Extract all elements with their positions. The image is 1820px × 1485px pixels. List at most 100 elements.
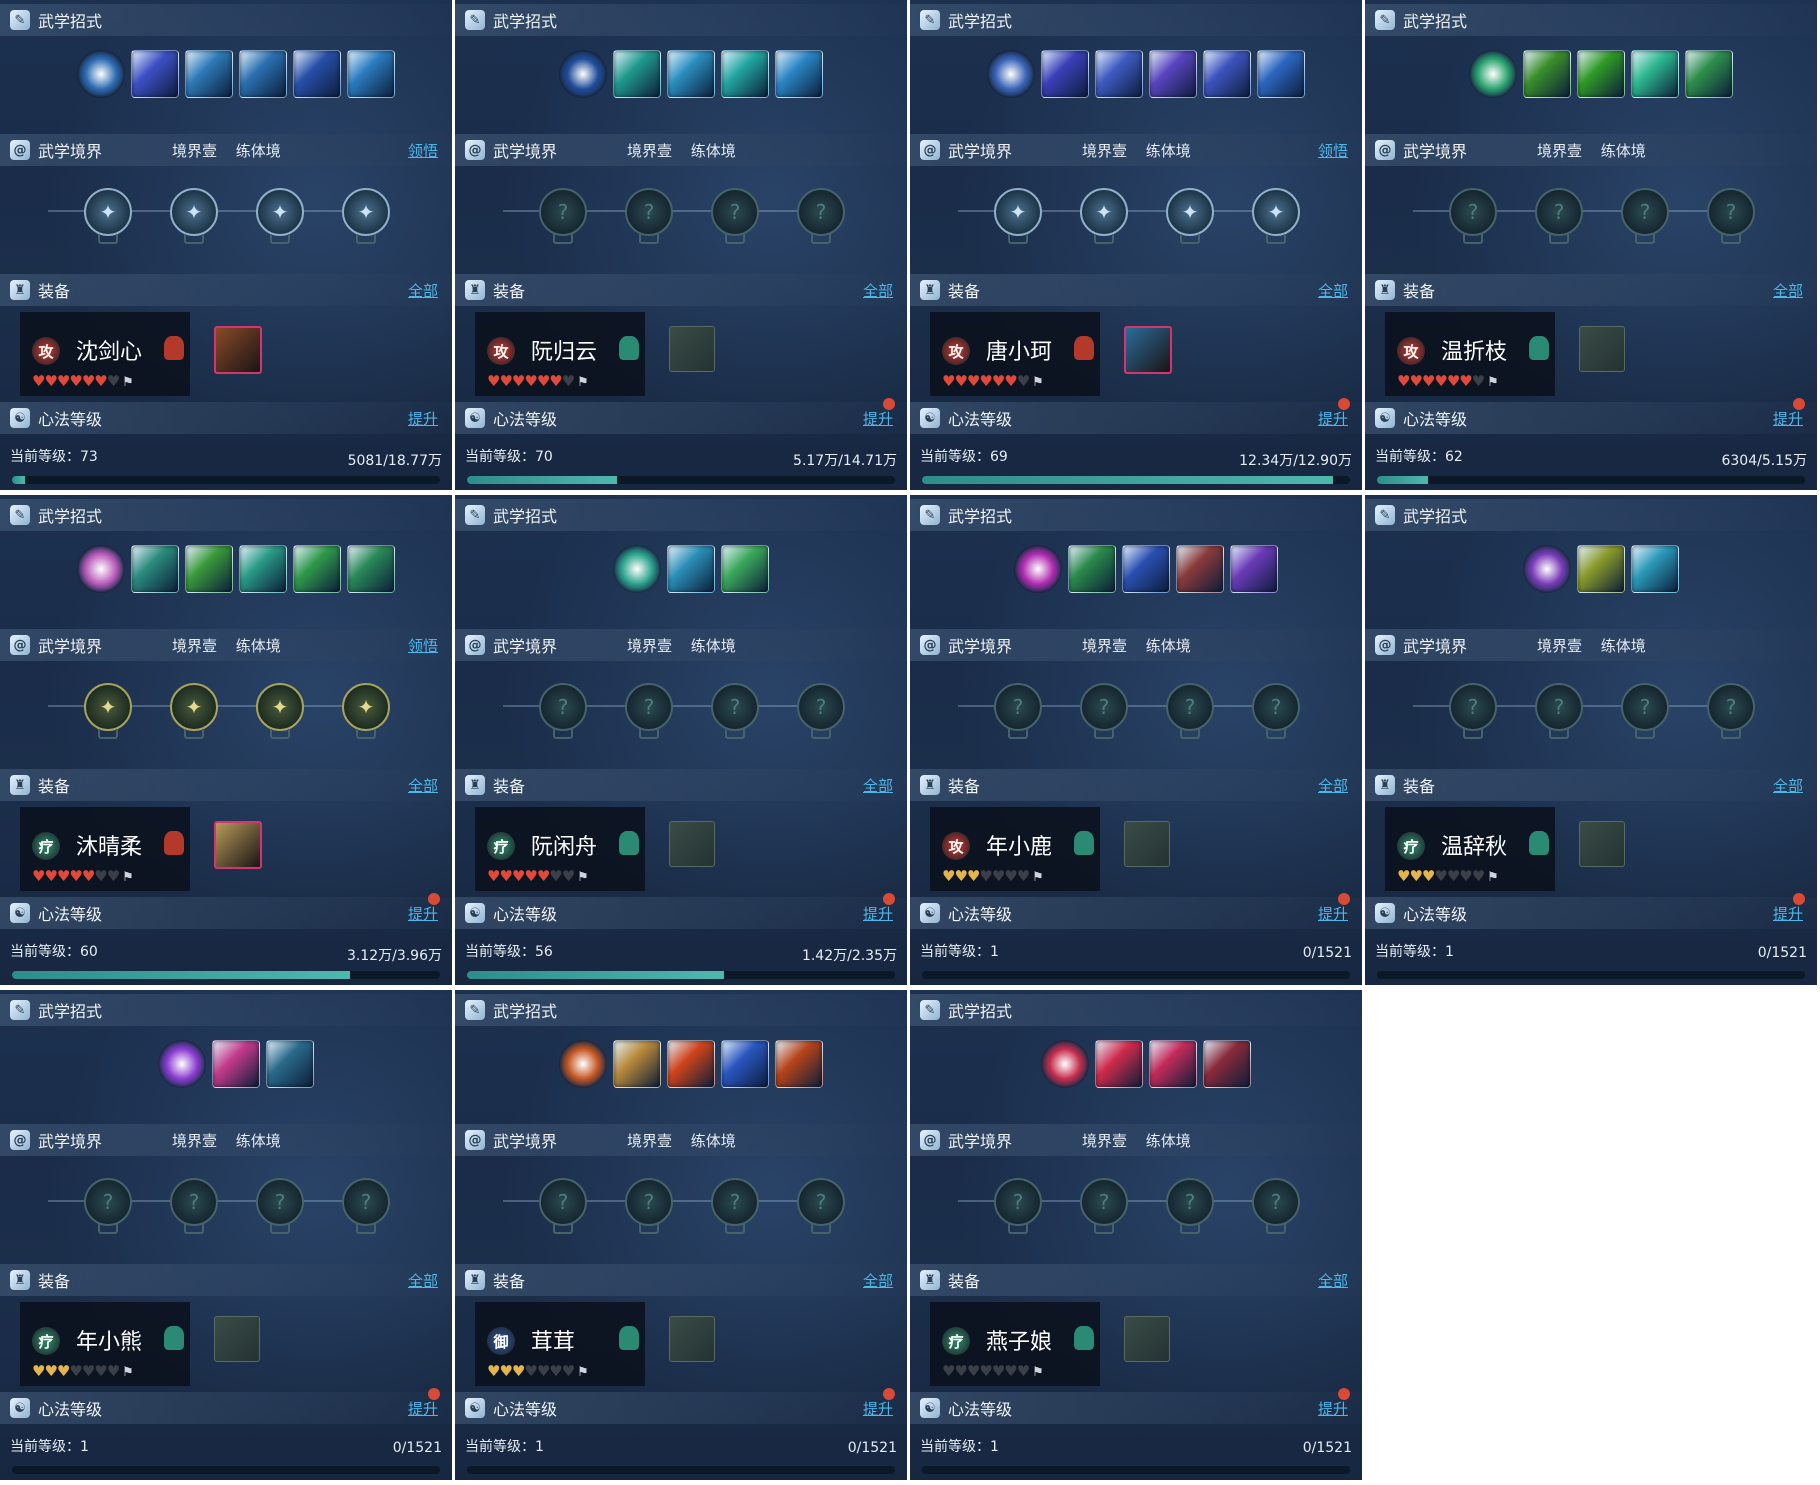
realm-node-icon[interactable]: ? — [1449, 683, 1497, 731]
realm-node-icon[interactable]: ✦ — [342, 188, 390, 236]
main-skill-icon[interactable] — [559, 50, 607, 98]
realm-node-icon[interactable]: ✦ — [342, 683, 390, 731]
skill-icon[interactable] — [1203, 1040, 1251, 1088]
comprehend-button[interactable]: 领悟 — [1318, 140, 1348, 161]
realm-node-icon[interactable]: ? — [539, 188, 587, 236]
skill-icon[interactable] — [347, 50, 395, 98]
skill-icon[interactable] — [293, 50, 341, 98]
character-card[interactable]: 疗 燕子娘 ♥♥♥♥♥♥♥ ⚑ — [930, 1302, 1100, 1386]
character-card[interactable]: 攻 沈剑心 ♥♥♥♥♥♥♥ ⚑ — [20, 312, 190, 396]
equipment-slot[interactable] — [1579, 326, 1625, 372]
realm-node-icon[interactable]: ? — [1449, 188, 1497, 236]
skill-icon[interactable] — [239, 545, 287, 593]
skill-icon[interactable] — [212, 1040, 260, 1088]
realm-node-icon[interactable]: ✦ — [256, 188, 304, 236]
realm-node-icon[interactable]: ✦ — [994, 188, 1042, 236]
skill-icon[interactable] — [266, 1040, 314, 1088]
realm-node-icon[interactable]: ✦ — [84, 683, 132, 731]
equipment-slot[interactable] — [669, 821, 715, 867]
realm-node-icon[interactable]: ? — [797, 683, 845, 731]
skill-icon[interactable] — [1149, 50, 1197, 98]
upgrade-button[interactable]: 提升 — [1773, 903, 1803, 924]
upgrade-button[interactable]: 提升 — [1318, 408, 1348, 429]
skill-icon[interactable] — [1230, 545, 1278, 593]
upgrade-button[interactable]: 提升 — [1773, 408, 1803, 429]
equip-all-button[interactable]: 全部 — [1773, 280, 1803, 301]
equip-all-button[interactable]: 全部 — [1318, 775, 1348, 796]
realm-node-icon[interactable]: ? — [256, 1178, 304, 1226]
realm-node-icon[interactable]: ✦ — [170, 188, 218, 236]
realm-node-icon[interactable]: ? — [1535, 188, 1583, 236]
realm-node-icon[interactable]: ? — [1621, 683, 1669, 731]
upgrade-button[interactable]: 提升 — [408, 903, 438, 924]
character-card[interactable]: 攻 阮归云 ♥♥♥♥♥♥♥ ⚑ — [475, 312, 645, 396]
skill-icon[interactable] — [1041, 50, 1089, 98]
realm-node-icon[interactable]: ✦ — [1252, 188, 1300, 236]
main-skill-icon[interactable] — [1041, 1040, 1089, 1088]
skill-icon[interactable] — [1631, 545, 1679, 593]
equipment-slot[interactable] — [214, 821, 262, 869]
skill-icon[interactable] — [721, 50, 769, 98]
realm-node-icon[interactable]: ? — [1080, 1178, 1128, 1226]
equip-all-button[interactable]: 全部 — [863, 1270, 893, 1291]
equip-all-button[interactable]: 全部 — [408, 1270, 438, 1291]
equip-all-button[interactable]: 全部 — [863, 280, 893, 301]
character-card[interactable]: 疗 阮闲舟 ♥♥♥♥♥♥♥ ⚑ — [475, 807, 645, 891]
skill-icon[interactable] — [667, 545, 715, 593]
character-card[interactable]: 疗 沐晴柔 ♥♥♥♥♥♥♥ ⚑ — [20, 807, 190, 891]
realm-node-icon[interactable]: ? — [539, 1178, 587, 1226]
main-skill-icon[interactable] — [77, 50, 125, 98]
realm-node-icon[interactable]: ? — [994, 683, 1042, 731]
skill-icon[interactable] — [667, 50, 715, 98]
skill-icon[interactable] — [1257, 50, 1305, 98]
equip-all-button[interactable]: 全部 — [408, 775, 438, 796]
realm-node-icon[interactable]: ? — [1535, 683, 1583, 731]
equip-all-button[interactable]: 全部 — [1318, 280, 1348, 301]
main-skill-icon[interactable] — [987, 50, 1035, 98]
realm-node-icon[interactable]: ? — [711, 1178, 759, 1226]
skill-icon[interactable] — [347, 545, 395, 593]
skill-icon[interactable] — [1577, 545, 1625, 593]
realm-node-icon[interactable]: ? — [711, 683, 759, 731]
main-skill-icon[interactable] — [1469, 50, 1517, 98]
realm-node-icon[interactable]: ✦ — [84, 188, 132, 236]
realm-node-icon[interactable]: ? — [797, 188, 845, 236]
skill-icon[interactable] — [293, 545, 341, 593]
skill-icon[interactable] — [185, 50, 233, 98]
skill-icon[interactable] — [1523, 50, 1571, 98]
character-card[interactable]: 疗 年小熊 ♥♥♥♥♥♥♥ ⚑ — [20, 1302, 190, 1386]
realm-node-icon[interactable]: ? — [1252, 1178, 1300, 1226]
skill-icon[interactable] — [1203, 50, 1251, 98]
skill-icon[interactable] — [1149, 1040, 1197, 1088]
equipment-slot[interactable] — [669, 326, 715, 372]
main-skill-icon[interactable] — [158, 1040, 206, 1088]
realm-node-icon[interactable]: ? — [797, 1178, 845, 1226]
skill-icon[interactable] — [131, 545, 179, 593]
character-card[interactable]: 疗 温辞秋 ♥♥♥♥♥♥♥ ⚑ — [1385, 807, 1555, 891]
upgrade-button[interactable]: 提升 — [863, 903, 893, 924]
realm-node-icon[interactable]: ? — [625, 188, 673, 236]
skill-icon[interactable] — [1176, 545, 1224, 593]
realm-node-icon[interactable]: ✦ — [170, 683, 218, 731]
realm-node-icon[interactable]: ? — [1166, 683, 1214, 731]
equip-all-button[interactable]: 全部 — [1318, 1270, 1348, 1291]
skill-icon[interactable] — [613, 50, 661, 98]
realm-node-icon[interactable]: ? — [1080, 683, 1128, 731]
skill-icon[interactable] — [1577, 50, 1625, 98]
realm-node-icon[interactable]: ✦ — [1080, 188, 1128, 236]
skill-icon[interactable] — [1095, 1040, 1143, 1088]
skill-icon[interactable] — [1068, 545, 1116, 593]
upgrade-button[interactable]: 提升 — [863, 1398, 893, 1419]
skill-icon[interactable] — [185, 545, 233, 593]
realm-node-icon[interactable]: ? — [1707, 188, 1755, 236]
skill-icon[interactable] — [721, 545, 769, 593]
skill-icon[interactable] — [667, 1040, 715, 1088]
realm-node-icon[interactable]: ✦ — [256, 683, 304, 731]
skill-icon[interactable] — [1631, 50, 1679, 98]
skill-icon[interactable] — [613, 1040, 661, 1088]
realm-node-icon[interactable]: ? — [1166, 1178, 1214, 1226]
realm-node-icon[interactable]: ? — [84, 1178, 132, 1226]
realm-node-icon[interactable]: ✦ — [1166, 188, 1214, 236]
character-card[interactable]: 攻 年小鹿 ♥♥♥♥♥♥♥ ⚑ — [930, 807, 1100, 891]
upgrade-button[interactable]: 提升 — [408, 1398, 438, 1419]
